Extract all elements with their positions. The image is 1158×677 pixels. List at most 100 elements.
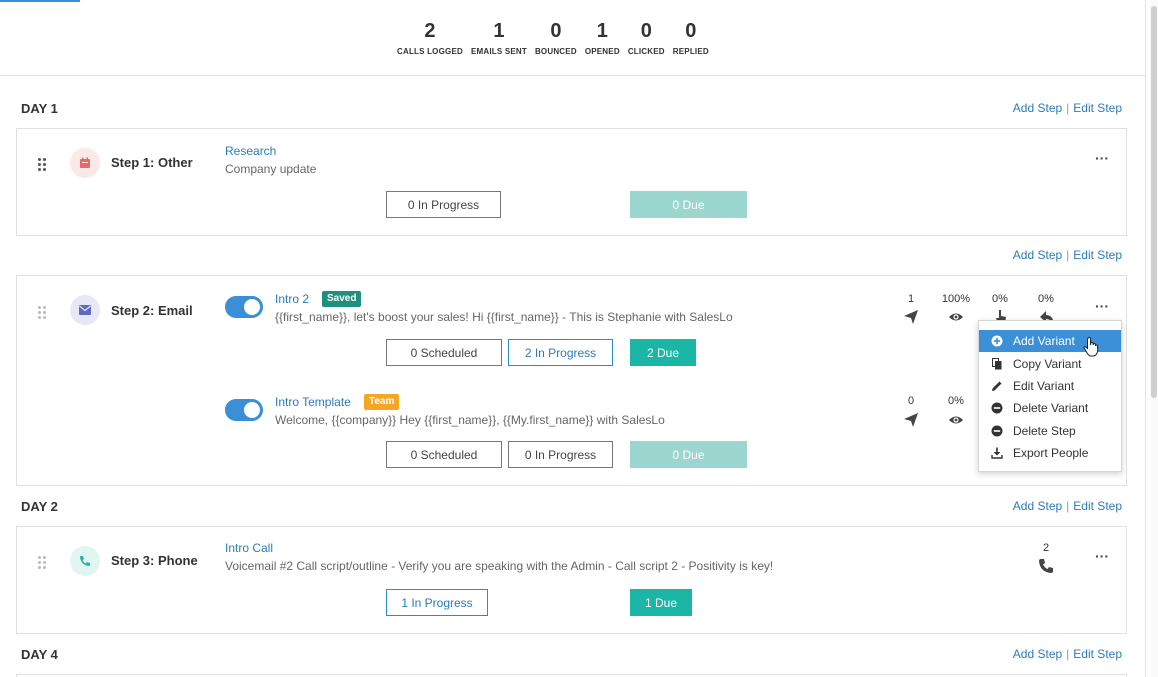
pencil-icon xyxy=(991,380,1003,392)
more-options-icon[interactable]: ··· xyxy=(1095,549,1109,563)
add-step-link[interactable]: Add Step xyxy=(1013,101,1062,115)
menu-item-label: Edit Variant xyxy=(1013,379,1075,393)
day-1-step-links: Add Step | Edit Step xyxy=(1013,101,1122,115)
edit-step-link[interactable]: Edit Step xyxy=(1073,248,1122,262)
in-progress-button[interactable]: 2 In Progress xyxy=(508,339,613,366)
stats-row: 2 CALLS LOGGED 1 EMAILS SENT 0 BOUNCED 1… xyxy=(393,20,713,56)
menu-item-delete-step[interactable]: Delete Step xyxy=(979,420,1121,442)
link-separator: | xyxy=(1066,647,1070,661)
eye-icon xyxy=(949,313,963,321)
step-other-icon xyxy=(70,148,100,178)
step-title: Step 2: Email xyxy=(111,303,193,318)
menu-item-edit-variant[interactable]: Edit Variant xyxy=(979,375,1121,397)
in-progress-button[interactable]: 0 In Progress xyxy=(508,441,613,468)
stat-value: 0 xyxy=(550,20,562,42)
menu-item-label: Add Variant xyxy=(1013,334,1075,348)
after-step-1-links: Add Step | Edit Step xyxy=(1013,248,1122,262)
due-button[interactable]: 1 Due xyxy=(630,589,692,616)
add-step-link[interactable]: Add Step xyxy=(1013,647,1062,661)
step-email-icon xyxy=(70,295,100,325)
minus-circle-icon xyxy=(991,402,1003,414)
day-1-label: DAY 1 xyxy=(21,101,58,116)
stat-value: 0 xyxy=(685,20,697,42)
link-separator: | xyxy=(1066,101,1070,115)
stat-value: 2 xyxy=(424,20,436,42)
drag-handle-icon[interactable] xyxy=(38,158,46,171)
more-options-icon[interactable]: ··· xyxy=(1095,151,1109,165)
stat-label: REPLIED xyxy=(672,47,709,56)
template-name-link[interactable]: Research xyxy=(225,144,276,158)
day-4-label: DAY 4 xyxy=(21,647,58,662)
menu-item-label: Export People xyxy=(1013,446,1089,460)
drag-handle-icon[interactable] xyxy=(38,556,46,569)
variant-2-toggle[interactable] xyxy=(225,399,263,421)
hand-cursor-icon xyxy=(1083,337,1099,357)
step-1-card: Step 1: Other Research Company update ··… xyxy=(16,128,1127,236)
paper-plane-icon xyxy=(904,413,918,427)
edit-step-link[interactable]: Edit Step xyxy=(1073,499,1122,513)
edit-step-link[interactable]: Edit Step xyxy=(1073,101,1122,115)
stat-replied: 0 REPLIED xyxy=(669,20,713,56)
template-name-link[interactable]: Intro Call xyxy=(225,541,273,555)
calls-count: 2 xyxy=(1042,542,1050,554)
step-2-card: Step 2: Email Intro 2 Saved {{first_name… xyxy=(16,275,1127,486)
minus-circle-icon xyxy=(991,425,1003,437)
add-step-link[interactable]: Add Step xyxy=(1013,499,1062,513)
sent-count: 0 xyxy=(907,395,915,407)
stat-value: 1 xyxy=(596,20,608,42)
menu-item-copy-variant[interactable]: Copy Variant xyxy=(979,353,1121,375)
day-2-step-links: Add Step | Edit Step xyxy=(1013,499,1122,513)
step-3-card: Step 3: Phone Intro Call Voicemail #2 Ca… xyxy=(16,526,1127,634)
more-options-icon[interactable]: ··· xyxy=(1095,299,1109,313)
link-separator: | xyxy=(1066,499,1070,513)
scheduled-button[interactable]: 0 Scheduled xyxy=(386,339,502,366)
scrollbar-thumb[interactable] xyxy=(1151,6,1157,398)
variant-name-link[interactable]: Intro Template xyxy=(275,395,351,409)
stat-bounced: 0 BOUNCED xyxy=(531,20,581,56)
copy-icon xyxy=(991,358,1003,370)
stat-label: BOUNCED xyxy=(534,47,577,56)
eye-icon xyxy=(949,416,963,424)
due-button[interactable]: 2 Due xyxy=(630,339,696,366)
paper-plane-icon xyxy=(904,310,918,324)
day-4-step-links: Add Step | Edit Step xyxy=(1013,647,1122,661)
open-rate: 0% xyxy=(948,395,964,407)
stat-value: 1 xyxy=(493,20,505,42)
saved-badge: Saved xyxy=(322,291,362,307)
due-button[interactable]: 0 Due xyxy=(630,191,747,218)
stat-label: CLICKED xyxy=(627,47,665,56)
menu-item-label: Delete Step xyxy=(1013,424,1076,438)
variant-name-link[interactable]: Intro 2 xyxy=(275,292,309,306)
content-edge-divider xyxy=(1145,0,1146,677)
template-description: Company update xyxy=(225,162,317,176)
call-script-description: Voicemail #2 Call script/outline - Verif… xyxy=(225,559,774,573)
phone-icon xyxy=(1039,559,1053,573)
variant-preview: {{first_name}}, let's boost your sales! … xyxy=(275,310,733,324)
stat-opened: 1 OPENED xyxy=(581,20,624,56)
edit-step-link[interactable]: Edit Step xyxy=(1073,647,1122,661)
step-title: Step 3: Phone xyxy=(111,553,198,568)
stat-label: CALLS LOGGED xyxy=(397,47,463,56)
reply-rate: 0% xyxy=(1038,293,1054,305)
step-phone-icon xyxy=(70,546,100,576)
in-progress-button[interactable]: 1 In Progress xyxy=(386,589,488,616)
link-separator: | xyxy=(1066,248,1070,262)
plus-circle-icon xyxy=(991,335,1003,347)
stat-label: OPENED xyxy=(584,47,620,56)
menu-item-delete-variant[interactable]: Delete Variant xyxy=(979,397,1121,419)
download-icon xyxy=(991,447,1003,459)
team-badge: Team xyxy=(364,394,400,410)
in-progress-button[interactable]: 0 In Progress xyxy=(386,191,501,218)
variant-preview: Welcome, {{company}} Hey {{first_name}},… xyxy=(275,413,665,427)
step-options-menu: Add Variant Copy Variant Edit Variant De… xyxy=(978,320,1122,472)
menu-item-export-people[interactable]: Export People xyxy=(979,442,1121,464)
stat-emails-sent: 1 EMAILS SENT xyxy=(467,20,531,56)
variant-1-toggle[interactable] xyxy=(225,296,263,318)
menu-item-add-variant[interactable]: Add Variant xyxy=(979,330,1121,352)
scheduled-button[interactable]: 0 Scheduled xyxy=(386,441,502,468)
due-button[interactable]: 0 Due xyxy=(630,441,747,468)
add-step-link[interactable]: Add Step xyxy=(1013,248,1062,262)
click-rate: 0% xyxy=(992,293,1008,305)
drag-handle-icon[interactable] xyxy=(38,306,46,319)
menu-item-label: Delete Variant xyxy=(1013,401,1089,415)
